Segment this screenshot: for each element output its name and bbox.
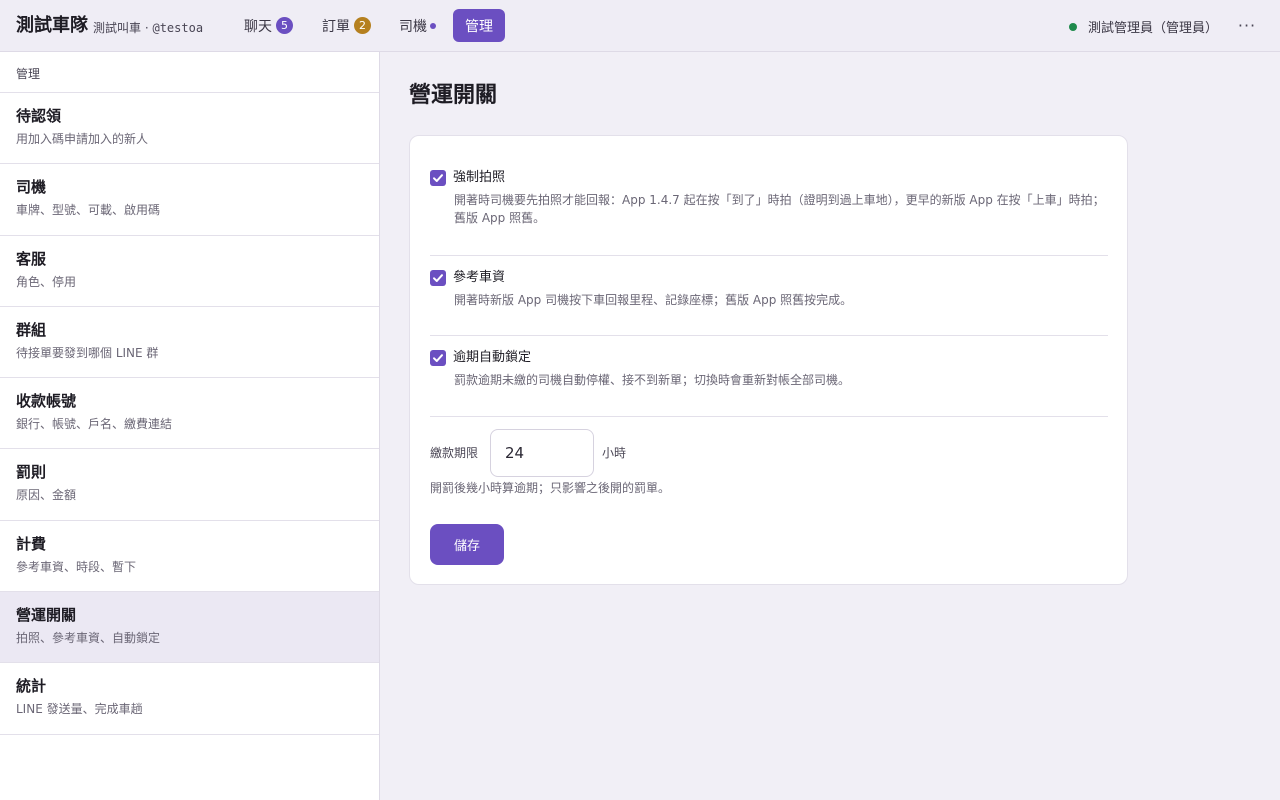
checkmark-icon bbox=[433, 274, 443, 282]
payment-deadline-help: 開罰後幾小時算逾期；只影響之後開的罰單。 bbox=[430, 481, 671, 495]
save-button[interactable]: 儲存 bbox=[430, 524, 504, 565]
sidebar-item-pricing[interactable]: 計費 參考車資、時段、暫下 bbox=[0, 521, 379, 593]
user-name: 測試管理員（管理員） bbox=[1087, 21, 1218, 36]
force-photo-checkbox[interactable] bbox=[430, 170, 446, 186]
nav-chat[interactable]: 聊天 5 bbox=[244, 9, 293, 42]
sidebar-item-drivers[interactable]: 司機 車牌、型號、可載、啟用碼 bbox=[0, 164, 379, 236]
auto-lock-checkbox[interactable] bbox=[430, 350, 446, 366]
auto-lock-description: 罰款逾期未繳的司機自動停權、接不到新單；切換時會重新對帳全部司機。 bbox=[454, 373, 851, 387]
payment-deadline-unit: 小時 bbox=[602, 446, 627, 460]
sidebar-item-subtitle: 用加入碼申請加入的新人 bbox=[16, 132, 149, 146]
more-menu-icon[interactable]: ··· bbox=[1236, 14, 1258, 38]
nav-drivers-label: 司機 bbox=[399, 18, 427, 35]
sidebar-item-title: 待認領 bbox=[16, 107, 62, 125]
sidebar-item-title: 群組 bbox=[16, 320, 47, 339]
operation-settings-card: 強制拍照 開著時司機要先拍照才能回報：App 1.4.7 起在按「到了」時拍（證… bbox=[409, 135, 1128, 585]
sidebar-item-subtitle: 參考車資、時段、暫下 bbox=[16, 559, 137, 574]
nav-admin[interactable]: 管理 bbox=[453, 9, 505, 42]
sidebar-item-groups[interactable]: 群組 待接單要發到哪個 LINE 群 bbox=[0, 307, 379, 379]
checkmark-icon bbox=[433, 174, 443, 182]
sidebar-item-title: 計費 bbox=[16, 534, 47, 553]
nav-admin-label: 管理 bbox=[465, 18, 493, 35]
sidebar-item-pending[interactable]: 待認領 用加入碼申請加入的新人 bbox=[0, 93, 379, 165]
sidebar-item-subtitle: 原因、金額 bbox=[16, 488, 77, 503]
sidebar-item-subtitle: 銀行、帳號、戶名、繳費連結 bbox=[16, 417, 173, 432]
sidebar-item-title: 客服 bbox=[16, 249, 47, 268]
brand-handle: @testoa bbox=[152, 21, 204, 35]
orders-count-badge: 2 bbox=[354, 17, 371, 34]
brand-subtitle-text: 測試叫車 · bbox=[93, 21, 149, 35]
sidebar-item-subtitle: 角色、停用 bbox=[16, 274, 77, 289]
nav-orders[interactable]: 訂單 2 bbox=[322, 9, 371, 42]
reference-fare-checkbox[interactable] bbox=[430, 270, 446, 286]
divider bbox=[430, 335, 1108, 336]
chat-count-badge: 5 bbox=[276, 17, 293, 34]
force-photo-description: 開著時司機要先拍照才能回報：App 1.4.7 起在按「到了」時拍（證明到過上車… bbox=[454, 193, 1105, 225]
payment-deadline-input[interactable] bbox=[490, 429, 594, 477]
sidebar-header: 管理 bbox=[0, 52, 379, 93]
auto-lock-label: 逾期自動鎖定 bbox=[453, 350, 532, 365]
brand-subtitle: 測試叫車 · @testoa bbox=[93, 20, 203, 36]
top-bar: 測試車隊 測試叫車 · @testoa 聊天 5 訂單 2 司機 管理 測試管理… bbox=[0, 0, 1280, 52]
sidebar-item-title: 罰則 bbox=[16, 463, 47, 482]
admin-sidebar: 管理 待認領 用加入碼申請加入的新人 司機 車牌、型號、可載、啟用碼 客服 角色… bbox=[0, 52, 380, 800]
sidebar-item-title: 統計 bbox=[16, 677, 47, 696]
option-force-photo: 強制拍照 開著時司機要先拍照才能回報：App 1.4.7 起在按「到了」時拍（證… bbox=[430, 169, 1108, 227]
drivers-indicator-dot bbox=[430, 22, 436, 29]
divider bbox=[430, 255, 1108, 256]
sidebar-item-support[interactable]: 客服 角色、停用 bbox=[0, 236, 379, 307]
sidebar-item-statistics[interactable]: 統計 LINE 發送量、完成車趟 bbox=[0, 663, 379, 735]
force-photo-label: 強制拍照 bbox=[453, 170, 506, 185]
payment-deadline-label: 繳款期限 bbox=[430, 446, 479, 460]
sidebar-item-subtitle: LINE 發送量、完成車趟 bbox=[16, 702, 143, 717]
brand-title[interactable]: 測試車隊 bbox=[16, 14, 88, 38]
sidebar-item-subtitle: 車牌、型號、可載、啟用碼 bbox=[16, 203, 161, 218]
sidebar-item-title: 營運開關 bbox=[16, 606, 77, 625]
reference-fare-label: 參考車資 bbox=[453, 270, 506, 285]
online-status-dot bbox=[1068, 22, 1077, 31]
current-user[interactable]: 測試管理員（管理員） bbox=[1068, 17, 1218, 36]
option-reference-fare: 參考車資 開著時新版 App 司機按下車回報里程、記錄座標；舊版 App 照舊按… bbox=[430, 269, 1108, 309]
nav-orders-label: 訂單 bbox=[322, 18, 350, 35]
sidebar-item-subtitle: 拍照、參考車資、自動鎖定 bbox=[16, 631, 161, 646]
nav-chat-label: 聊天 bbox=[244, 18, 272, 35]
divider bbox=[430, 416, 1108, 417]
sidebar-item-subtitle: 待接單要發到哪個 LINE 群 bbox=[16, 345, 159, 360]
sidebar-item-penalties[interactable]: 罰則 原因、金額 bbox=[0, 449, 379, 521]
option-auto-lock: 逾期自動鎖定 罰款逾期未繳的司機自動停權、接不到新單；切換時會重新對帳全部司機。 bbox=[430, 349, 1108, 389]
nav-drivers[interactable]: 司機 bbox=[399, 9, 436, 42]
checkmark-icon bbox=[433, 354, 443, 362]
sidebar-item-operation-switches[interactable]: 營運開關 拍照、參考車資、自動鎖定 bbox=[0, 592, 379, 664]
page-title: 營運開關 bbox=[409, 82, 498, 108]
sidebar-item-payment-accounts[interactable]: 收款帳號 銀行、帳號、戶名、繳費連結 bbox=[0, 378, 379, 450]
sidebar-item-title: 收款帳號 bbox=[16, 392, 77, 411]
reference-fare-description: 開著時新版 App 司機按下車回報里程、記錄座標；舊版 App 照舊按完成。 bbox=[454, 293, 853, 307]
sidebar-item-title: 司機 bbox=[16, 178, 47, 197]
